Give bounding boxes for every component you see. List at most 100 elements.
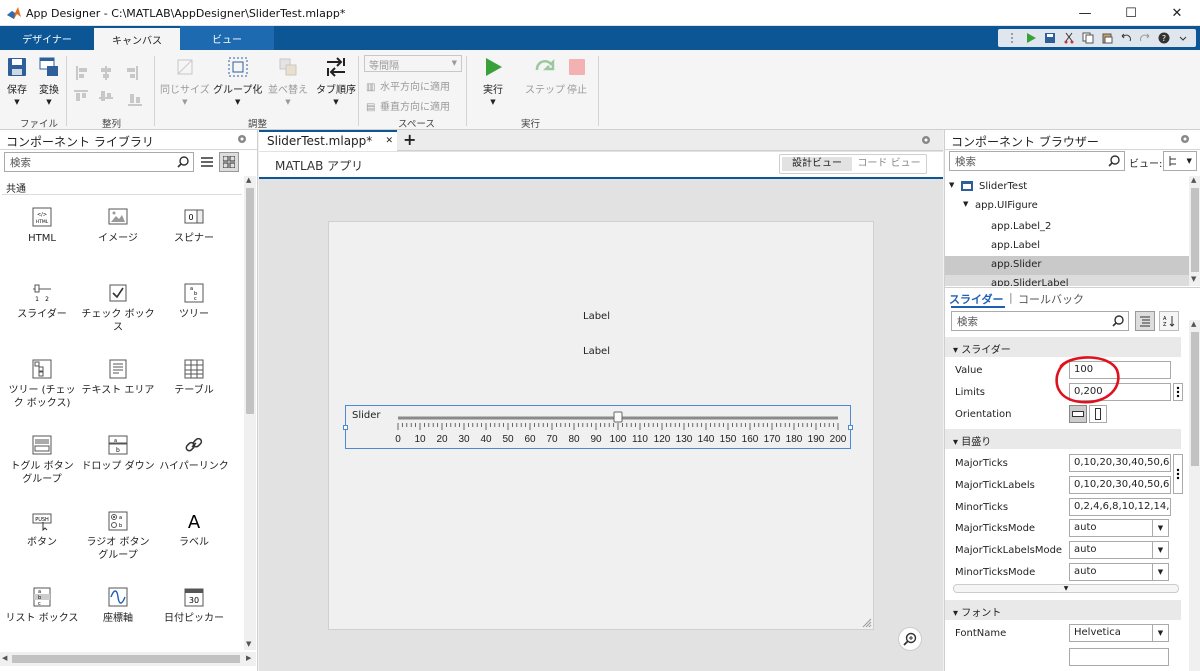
paste-icon[interactable]	[1099, 31, 1115, 45]
view-dropdown[interactable]: ▼	[1163, 151, 1197, 171]
save-button[interactable]: 保存 ▼	[6, 56, 28, 106]
inspector-scrollbar[interactable]: ▲	[1189, 320, 1200, 671]
library-item[interactable]: 30 日付ピッカー	[156, 586, 232, 625]
canvas-label-1[interactable]: Label	[583, 346, 610, 357]
convert-button[interactable]: 変換 ▼	[38, 56, 60, 106]
major-tick-labels-input[interactable]: 0,10,20,30,40,50,60	[1069, 476, 1171, 494]
scrollbar-thumb[interactable]	[1191, 332, 1199, 466]
library-item[interactable]: ハイパーリンク	[156, 434, 232, 473]
panel-options-icon[interactable]	[921, 135, 931, 145]
partial-dropdown[interactable]	[1069, 648, 1169, 666]
section-font[interactable]: ▾ フォント	[945, 600, 1181, 620]
library-item[interactable]: テーブル	[156, 358, 232, 397]
tab-slider-properties[interactable]: スライダー	[949, 291, 1004, 307]
tree-row[interactable]: app.Label_2	[945, 218, 1189, 236]
library-item[interactable]: 0 スピナー	[156, 206, 232, 245]
undo-icon[interactable]	[1118, 31, 1134, 45]
tree-scrollbar[interactable]: ▲ ▼	[1189, 176, 1200, 286]
minimize-button[interactable]: —	[1062, 0, 1108, 26]
library-item[interactable]: </> HTML HTML	[4, 206, 80, 245]
panel-options-icon[interactable]	[1180, 134, 1190, 144]
library-item[interactable]: ツリー (チェック ボックス)	[4, 358, 80, 410]
library-hscrollbar[interactable]: ◀ ▶	[0, 652, 256, 666]
library-item[interactable]: チェック ボックス	[80, 282, 156, 334]
resize-handle-left[interactable]	[343, 425, 348, 430]
new-tab-plus-icon[interactable]: +	[403, 130, 416, 149]
minor-ticks-mode-dropdown[interactable]: auto ▼	[1069, 563, 1169, 581]
browser-search-input[interactable]: 検索	[949, 151, 1125, 171]
tree-row-selected[interactable]: app.Slider	[945, 256, 1189, 275]
scrollbar-thumb[interactable]	[12, 655, 240, 663]
code-view-button[interactable]: コード ビュー	[854, 157, 924, 171]
library-item[interactable]: A ラベル	[156, 510, 232, 549]
minor-ticks-input[interactable]: 0,2,4,6,8,10,12,14,1	[1069, 498, 1171, 516]
grid-view-button[interactable]	[219, 152, 239, 172]
close-button[interactable]: ✕	[1154, 0, 1200, 26]
help-icon[interactable]: ?	[1156, 31, 1172, 45]
tab-view[interactable]: ビュー	[180, 26, 274, 50]
tab-order-button[interactable]: タブ順序 ▼	[316, 56, 356, 106]
group-button[interactable]: グループ化 ▼	[213, 56, 262, 106]
slider-selection-box[interactable]: Slider 0 10 20 30 40 50 60 70 80 90 100 110 120 130 14…	[343, 405, 853, 450]
save-icon[interactable]	[1042, 31, 1058, 45]
library-search-input[interactable]: 検索	[4, 152, 194, 172]
library-item[interactable]: a b ラジオ ボタン グループ	[80, 510, 156, 562]
apply-vertical-button[interactable]: ▤ 垂直方向に適用	[366, 98, 450, 113]
canvas-label-2[interactable]: Label	[583, 311, 610, 322]
property-search-input[interactable]: 検索	[951, 311, 1129, 331]
chevron-down-icon[interactable]	[1175, 31, 1191, 45]
major-ticks-mode-dropdown[interactable]: auto ▼	[1069, 519, 1169, 537]
step-button[interactable]: ステップ	[525, 56, 565, 96]
library-item[interactable]: トグル ボタン グループ	[4, 434, 80, 486]
library-item[interactable]: イメージ	[80, 206, 156, 245]
tree-row-figure[interactable]: ▼ app.UIFigure	[963, 199, 1189, 215]
library-item[interactable]: a b ドロップ ダウン	[80, 434, 156, 473]
library-item[interactable]: 1 2 スライダー	[4, 282, 80, 321]
design-view-button[interactable]: 設計ビュー	[782, 157, 852, 171]
library-item[interactable]: PUSH ボタン	[4, 510, 80, 549]
library-scrollbar[interactable]: ▲ ▼	[244, 176, 256, 650]
library-item[interactable]: 座標軸	[80, 586, 156, 625]
list-view-button[interactable]	[198, 153, 216, 171]
scrollbar-thumb[interactable]	[1191, 188, 1199, 272]
close-tab-icon[interactable]: ✕	[385, 136, 393, 146]
tree-row[interactable]: app.SliderLabel	[945, 275, 1189, 286]
font-name-dropdown[interactable]: Helvetica ▼	[1069, 624, 1169, 642]
document-tab[interactable]: SliderTest.mlapp* ✕	[259, 130, 397, 151]
tab-designer[interactable]: デザイナー	[0, 26, 94, 50]
group-view-button[interactable]	[1135, 311, 1155, 331]
panel-options-icon[interactable]	[237, 134, 247, 144]
resize-grip-icon[interactable]	[862, 618, 872, 628]
section-ticks[interactable]: ▾ 目盛り	[945, 429, 1181, 449]
vertical-ellipsis-icon[interactable]	[1173, 383, 1183, 401]
copy-icon[interactable]	[1080, 31, 1096, 45]
cut-icon[interactable]	[1061, 31, 1077, 45]
library-item[interactable]: テキスト エリア	[80, 358, 156, 397]
sort-az-button[interactable]: AZ	[1159, 311, 1179, 331]
spacing-dropdown[interactable]: 等間隔 ▼	[364, 55, 462, 72]
slider-control[interactable]: 0 10 20 30 40 50 60 70 80 90 100 110 120 130 140 150 160…	[346, 406, 852, 450]
maximize-button[interactable]: ☐	[1108, 0, 1154, 26]
scrollbar-thumb[interactable]	[246, 188, 254, 414]
date-picker-icon: 30	[183, 586, 205, 608]
apply-horizontal-button[interactable]: ▥ 水平方向に適用	[366, 78, 450, 93]
tree-row[interactable]: app.Label	[945, 237, 1189, 255]
ui-figure-canvas[interactable]: Label Label Slider 0 10 20 30 40 50 60 70 80 90 10…	[328, 221, 874, 630]
stop-button[interactable]: 停止	[566, 56, 588, 96]
slider-thumb[interactable]	[613, 411, 623, 423]
tree-row-root[interactable]: ▼ SliderTest	[949, 180, 1189, 196]
run-icon[interactable]	[1023, 31, 1039, 45]
tab-canvas[interactable]: キャンバス	[94, 28, 180, 50]
redo-icon[interactable]	[1137, 31, 1153, 45]
library-item[interactable]: a b c ツリー	[156, 282, 232, 321]
reorder-button[interactable]: 並べ替え ▼	[268, 56, 308, 106]
tab-callbacks[interactable]: コールバック	[1018, 291, 1084, 307]
same-size-button[interactable]: 同じサイズ ▼	[160, 56, 210, 106]
run-button[interactable]: 実行 ▼	[482, 56, 504, 106]
major-ticks-input[interactable]: 0,10,20,30,40,50,60	[1069, 454, 1171, 472]
major-tick-labels-mode-dropdown[interactable]: auto ▼	[1069, 541, 1169, 559]
resize-handle-right[interactable]	[848, 425, 853, 430]
expand-more-button[interactable]: ▼	[953, 584, 1179, 593]
library-item[interactable]: a b c リスト ボックス	[4, 586, 80, 625]
zoom-button[interactable]	[898, 627, 922, 651]
